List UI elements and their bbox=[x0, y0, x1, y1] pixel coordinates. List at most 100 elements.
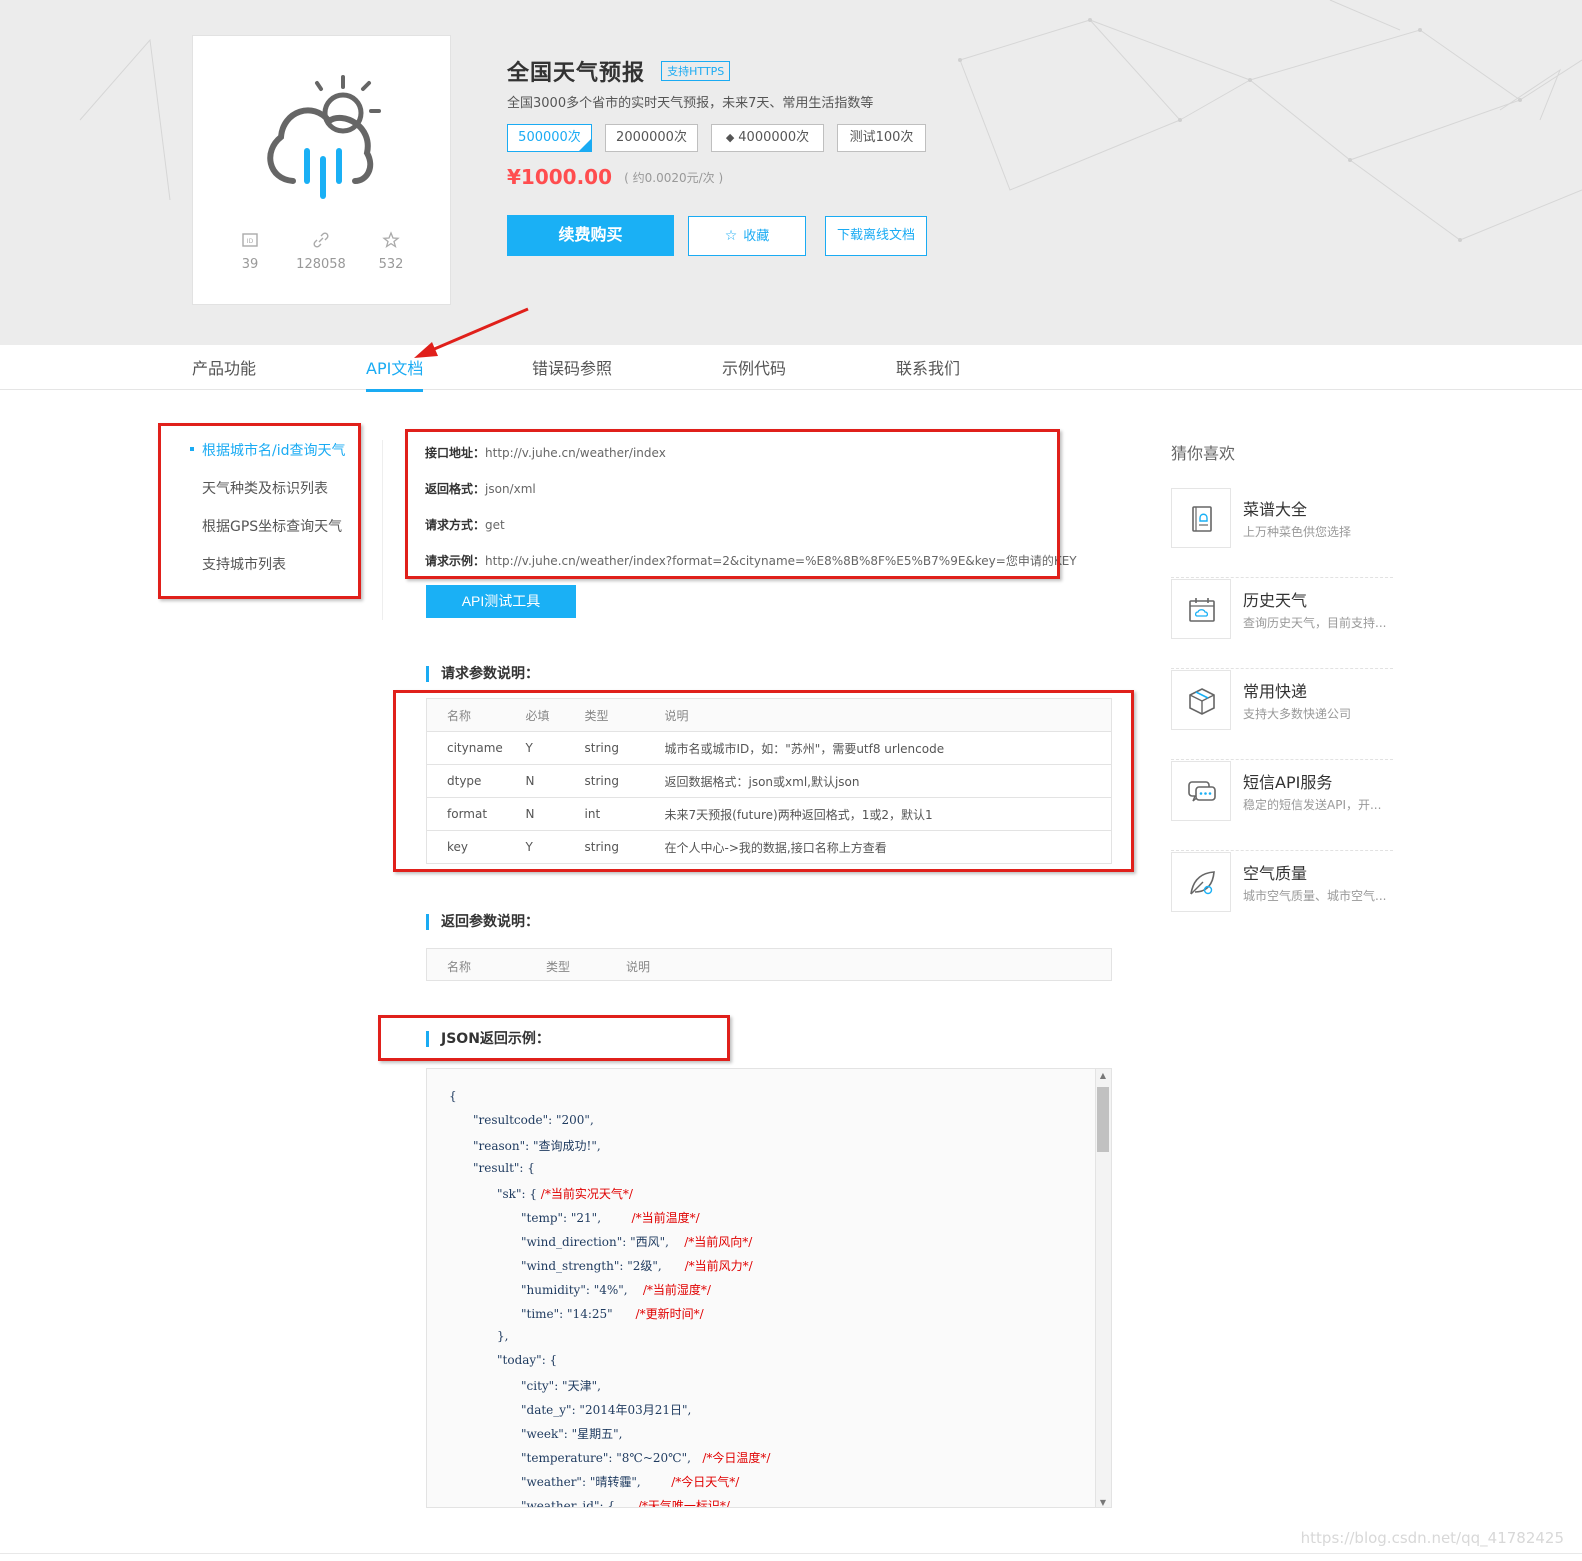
code-comment: /*当前风力*/ bbox=[684, 1259, 753, 1273]
link-icon bbox=[313, 232, 329, 248]
package-label: 4000000次 bbox=[738, 130, 810, 145]
return-params-title: 返回参数说明： bbox=[426, 914, 539, 930]
param-required: N bbox=[525, 797, 585, 831]
code-text: "time": "14:25" bbox=[521, 1307, 636, 1321]
scroll-thumb[interactable] bbox=[1097, 1087, 1109, 1152]
code-line: "city": "天津", bbox=[521, 1377, 601, 1394]
param-name: cityname bbox=[426, 731, 526, 765]
param-type: string bbox=[584, 731, 665, 765]
package-box-icon bbox=[1189, 688, 1215, 715]
recommend-desc: 查询历史天气，目前支持... bbox=[1243, 616, 1387, 630]
tab-bar: 产品功能 API文档 错误码参照 示例代码 联系我们 bbox=[0, 345, 1582, 392]
code-comment: /*当前温度*/ bbox=[631, 1211, 700, 1225]
sidebar-item-query-by-gps[interactable]: 根据GPS坐标查询天气 bbox=[202, 516, 342, 536]
star-icon: ☆ bbox=[724, 228, 738, 244]
api-url-label: 接口地址： bbox=[425, 446, 486, 460]
api-test-tool-button[interactable]: API测试工具 bbox=[426, 585, 576, 618]
param-required: Y bbox=[525, 830, 585, 864]
code-scrollbar[interactable]: ▲ ▼ bbox=[1095, 1069, 1111, 1507]
recommend-item-recipes[interactable]: 菜谱大全 上万种菜色供您选择 bbox=[1171, 488, 1393, 578]
recommend-name: 历史天气 bbox=[1243, 591, 1308, 610]
stat-links: 128058 bbox=[281, 231, 361, 272]
api-example-line: 请求示例：http://v.juhe.cn/weather/index?form… bbox=[425, 552, 1077, 569]
code-line: "temperature": "8℃~20℃", /*今日温度*/ bbox=[521, 1449, 770, 1466]
code-line: "week": "星期五", bbox=[521, 1425, 623, 1442]
tab-product-features[interactable]: 产品功能 bbox=[192, 355, 256, 390]
code-comment: /*当前湿度*/ bbox=[642, 1283, 711, 1297]
recommend-name: 常用快递 bbox=[1243, 682, 1308, 701]
sidebar-item-query-by-city[interactable]: 根据城市名/id查询天气 bbox=[190, 440, 346, 460]
tab-contact[interactable]: 联系我们 bbox=[896, 355, 960, 390]
tab-api-docs[interactable]: API文档 bbox=[366, 355, 424, 392]
param-desc: 城市名或城市ID，如："苏州"，需要utf8 urlencode bbox=[664, 731, 1112, 765]
code-text: "wind_direction": "西风", bbox=[521, 1235, 685, 1249]
favorite-button[interactable]: ☆ 收藏 bbox=[688, 216, 806, 256]
return-params-table: 名称 类型 说明 bbox=[426, 948, 1112, 981]
code-line: "weather": "晴转霾", /*今日天气*/ bbox=[521, 1473, 739, 1490]
stat-favorites-value: 532 bbox=[378, 257, 404, 272]
param-required: N bbox=[525, 764, 585, 798]
code-comment: /*更新时间*/ bbox=[635, 1307, 704, 1321]
table-row: format N int 未来7天预报(future)两种返回格式，1或2，默认… bbox=[426, 797, 1112, 831]
code-text: }, bbox=[497, 1329, 509, 1343]
watermark: https://blog.csdn.net/qq_41782425 bbox=[1300, 1529, 1564, 1547]
code-text: "resultcode": "200", bbox=[473, 1113, 594, 1127]
column-header: 说明 bbox=[626, 960, 651, 974]
recipe-book-icon bbox=[1192, 506, 1212, 532]
download-doc-button[interactable]: 下载离线文档 bbox=[825, 216, 927, 256]
code-text: "wind_strength": "2级", bbox=[521, 1259, 685, 1273]
api-method-label: 请求方式： bbox=[425, 518, 486, 532]
tab-sample-code[interactable]: 示例代码 bbox=[722, 355, 786, 390]
package-option-2000000[interactable]: 2000000次 bbox=[605, 124, 698, 152]
code-text: "temperature": "8℃~20℃", bbox=[521, 1451, 703, 1465]
package-label: 2000000次 bbox=[616, 130, 687, 145]
code-comment: /*当前实况天气*/ bbox=[540, 1187, 633, 1201]
code-line: "today": { bbox=[497, 1353, 557, 1367]
code-comment: /*当前风向*/ bbox=[684, 1235, 753, 1249]
json-example-title: JSON返回示例： bbox=[426, 1031, 550, 1047]
package-label: 测试100次 bbox=[849, 130, 914, 145]
buy-button[interactable]: 续费购买 bbox=[507, 215, 674, 256]
param-name: key bbox=[426, 830, 526, 864]
package-option-4000000[interactable]: ◆ 4000000次 bbox=[711, 124, 824, 152]
package-option-test100[interactable]: 测试100次 bbox=[837, 124, 926, 152]
recommend-item-express[interactable]: 常用快递 支持大多数快递公司 bbox=[1171, 670, 1393, 760]
package-box-icon-frame bbox=[1171, 670, 1231, 730]
tab-error-codes[interactable]: 错误码参照 bbox=[532, 355, 612, 390]
product-card: ID 39 128058 532 bbox=[192, 35, 451, 305]
price-row: ¥1000.00 ( 约0.0020元/次 ) bbox=[507, 165, 723, 189]
api-format: json/xml bbox=[485, 482, 536, 496]
id-icon: ID bbox=[242, 233, 258, 247]
sidebar-item-city-list[interactable]: 支持城市列表 bbox=[202, 554, 286, 574]
sidebar-item-weather-types[interactable]: 天气种类及标识列表 bbox=[202, 478, 328, 498]
recommend-item-air-quality[interactable]: 空气质量 城市空气质量、城市空气... bbox=[1171, 852, 1393, 942]
scroll-up-arrow[interactable]: ▲ bbox=[1097, 1071, 1109, 1080]
code-text: "weather_id": { bbox=[521, 1499, 638, 1508]
code-comment: /*今日温度*/ bbox=[702, 1451, 771, 1465]
code-line: "result": { bbox=[473, 1161, 535, 1175]
column-header: 说明 bbox=[664, 698, 1112, 732]
recommend-desc: 支持大多数快递公司 bbox=[1243, 707, 1352, 721]
api-method: get bbox=[485, 518, 505, 532]
api-url: http://v.juhe.cn/weather/index bbox=[485, 446, 666, 460]
column-header: 名称 bbox=[426, 698, 526, 732]
code-line: "wind_strength": "2级", /*当前风力*/ bbox=[521, 1257, 753, 1274]
recommend-item-history-weather[interactable]: 历史天气 查询历史天气，目前支持... bbox=[1171, 579, 1393, 669]
package-option-500000[interactable]: 500000次 bbox=[507, 124, 592, 152]
code-text: "weather": "晴转霾", bbox=[521, 1475, 672, 1489]
scroll-down-arrow[interactable]: ▼ bbox=[1097, 1498, 1109, 1507]
request-params-title: 请求参数说明： bbox=[426, 666, 539, 682]
recommend-name: 短信API服务 bbox=[1243, 773, 1333, 792]
calendar-weather-icon-frame bbox=[1171, 579, 1231, 639]
param-desc: 在个人中心->我的数据,接口名称上方查看 bbox=[664, 830, 1112, 864]
star-icon bbox=[382, 231, 400, 249]
code-text: "week": "星期五", bbox=[521, 1427, 623, 1441]
code-text: "date_y": "2014年03月21日", bbox=[521, 1403, 692, 1417]
diamond-icon: ◆ bbox=[725, 131, 735, 144]
recommend-item-sms[interactable]: 短信API服务 稳定的短信发送API，开... bbox=[1171, 761, 1393, 851]
product-header: ID 39 128058 532 全国天气预报 支持HTTPS 全国3000多个… bbox=[0, 0, 1582, 345]
code-line: "humidity": "4%", /*当前湿度*/ bbox=[521, 1281, 711, 1298]
column-header: 类型 bbox=[584, 698, 665, 732]
code-text: "city": "天津", bbox=[521, 1379, 601, 1393]
json-code-block[interactable]: {"resultcode": "200", "reason": "查询成功!", "… bbox=[426, 1068, 1112, 1508]
